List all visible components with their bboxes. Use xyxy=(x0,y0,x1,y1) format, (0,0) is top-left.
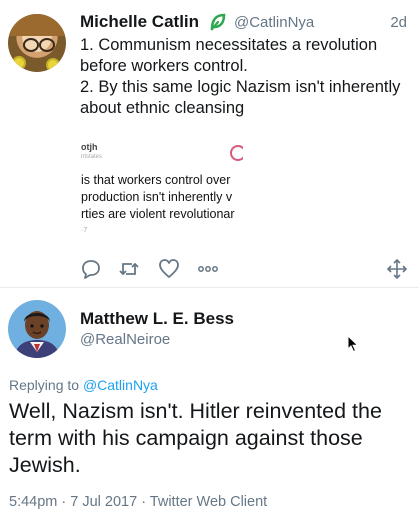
tweet-meta[interactable]: 5:44pm · 7 Jul 2017 · Twitter Web Client xyxy=(9,494,267,510)
avatar-illustration xyxy=(14,311,60,358)
handle[interactable]: @RealNeiroe xyxy=(80,331,170,348)
embed-title: otjh xyxy=(81,142,98,152)
move-icon[interactable] xyxy=(386,258,408,280)
timestamp[interactable]: 2d xyxy=(390,14,407,31)
mouse-cursor-icon xyxy=(347,335,359,353)
tweet-text: Well, Nazism isn't. Hitler reinvented th… xyxy=(9,399,382,477)
avatar[interactable] xyxy=(8,300,66,358)
embed-line: is that workers control over xyxy=(81,173,231,187)
reply-target-link[interactable]: @CatlinNya xyxy=(83,377,158,393)
tweet-michelle[interactable]: Michelle Catlin @CatlinNya 2d 1. Communi… xyxy=(0,0,419,288)
handle[interactable]: @CatlinNya xyxy=(234,14,314,31)
like-icon[interactable] xyxy=(158,258,180,280)
tweet-actions xyxy=(80,258,410,282)
replying-to-label: Replying to xyxy=(9,377,83,393)
embed-line: rties are violent revolutionar xyxy=(81,207,235,221)
embed-subtitle: ntstates xyxy=(81,154,103,160)
embed-line: production isn't inherently v xyxy=(81,190,233,204)
avatar[interactable] xyxy=(8,14,66,72)
leaf-icon xyxy=(210,13,226,31)
retweet-icon[interactable] xyxy=(118,258,140,280)
display-name[interactable]: Matthew L. E. Bess xyxy=(80,309,234,329)
replying-to: Replying to @CatlinNya xyxy=(9,377,158,393)
more-icon[interactable] xyxy=(197,258,219,280)
embed-footer: ·7 xyxy=(81,227,88,234)
embed-ring-icon xyxy=(230,145,243,161)
embedded-image[interactable]: otjh ntstates is that workers control ov… xyxy=(80,133,243,245)
display-name[interactable]: Michelle Catlin xyxy=(80,12,199,32)
tweet-text: 1. Communism necessitates a revolution b… xyxy=(80,36,401,117)
reply-icon[interactable] xyxy=(80,258,102,280)
